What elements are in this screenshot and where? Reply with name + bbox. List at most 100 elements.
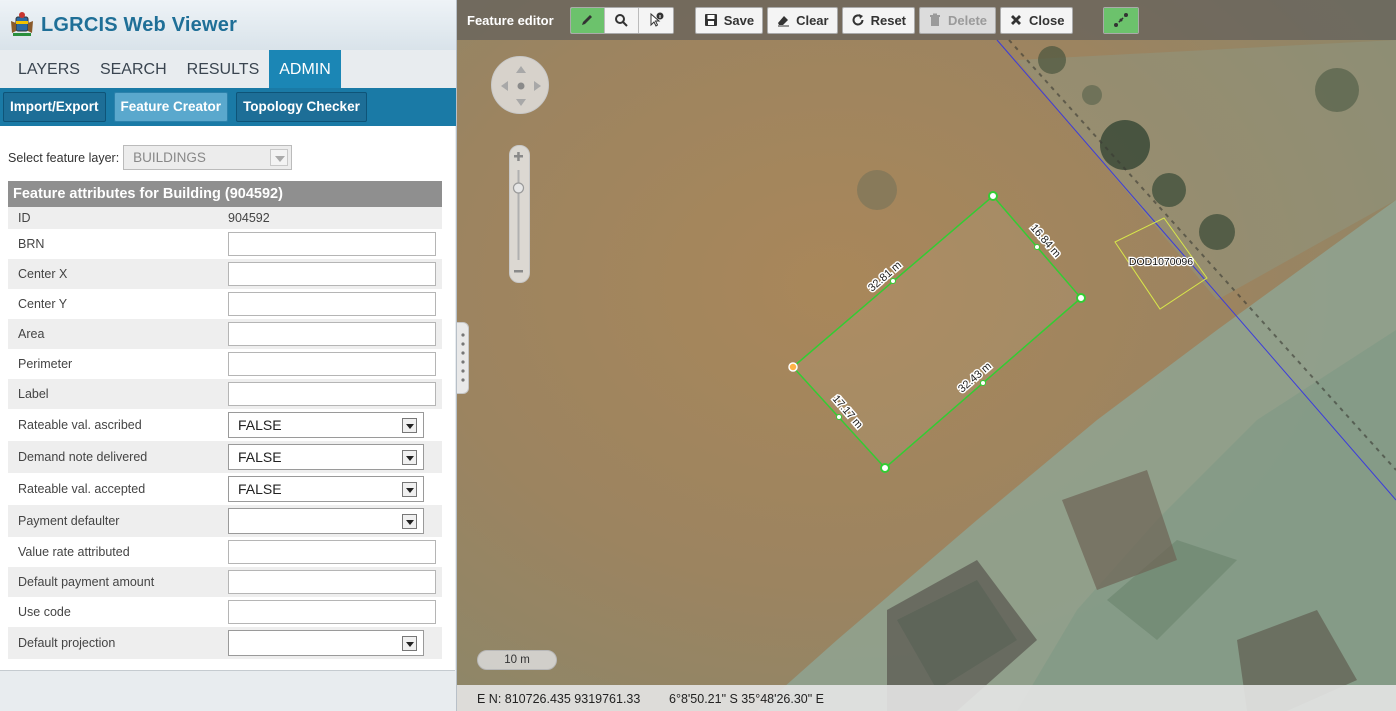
attribute-label: Center X [18, 267, 68, 281]
attribute-input[interactable] [228, 232, 436, 256]
save-button[interactable]: Save [694, 6, 764, 34]
snap-icon [1114, 13, 1129, 27]
attribute-row: Use code [8, 597, 442, 627]
attribute-select[interactable]: FALSE [228, 412, 424, 438]
chevron-down-icon[interactable] [402, 418, 417, 433]
chevron-down-icon[interactable] [402, 636, 417, 651]
attribute-row: Center Y [8, 289, 442, 319]
snap-toggle-button[interactable] [1104, 7, 1139, 33]
attribute-input[interactable] [228, 600, 436, 624]
attribute-row: Rateable val. ascribed FALSE [8, 409, 442, 441]
tool-group [569, 6, 674, 34]
attribute-select-value: FALSE [238, 449, 282, 465]
attribute-label: Payment defaulter [18, 514, 120, 528]
close-label: Close [1029, 12, 1065, 28]
tab-layers[interactable]: LAYERS [8, 50, 90, 88]
geographic-coordinates: 6°8'50.21" S 35°48'26.30" E [669, 692, 825, 706]
attribute-row: Value rate attributed [8, 537, 442, 567]
attribute-input[interactable] [228, 292, 436, 316]
floppy-disk-icon [704, 14, 717, 26]
tab-topology-checker[interactable]: Topology Checker [236, 92, 367, 122]
attribute-row: Label [8, 379, 442, 409]
grip-dots-icon [461, 333, 465, 382]
attribute-label: BRN [18, 237, 45, 251]
attribute-select-value: FALSE [238, 481, 282, 497]
scale-bar: 10 m [477, 650, 557, 670]
close-button[interactable]: Close [1000, 6, 1074, 34]
toolbar-title: Feature editor [467, 12, 554, 28]
attribute-select-value: FALSE [238, 417, 282, 433]
attribute-input[interactable] [228, 540, 436, 564]
attribute-label: Demand note delivered [18, 450, 148, 464]
panel-resize-handle[interactable] [457, 322, 469, 394]
close-icon [1011, 15, 1022, 25]
pencil-icon [582, 15, 593, 25]
refresh-icon [852, 14, 864, 26]
attribute-input[interactable] [228, 570, 436, 594]
chevron-down-icon[interactable] [402, 450, 417, 465]
attribute-row: Area [8, 319, 442, 349]
feature-editor-toolbar: Feature editor Save Clear Reset Delete C… [457, 0, 1396, 40]
clear-button[interactable]: Clear [767, 6, 838, 34]
layer-select-row: Select feature layer: BUILDINGS [8, 145, 293, 170]
attributes-table: ID 904592 BRN Center X Center Y Area Perimeter… [8, 207, 442, 659]
attribute-row: Default projection [8, 627, 442, 659]
draw-tool-button[interactable] [570, 7, 605, 33]
attribute-input[interactable] [228, 322, 436, 346]
tab-admin[interactable]: ADMIN [269, 50, 341, 88]
identify-tool-button[interactable] [638, 7, 673, 33]
attribute-select[interactable] [228, 630, 424, 656]
search-icon [615, 14, 628, 27]
chevron-down-icon[interactable] [270, 149, 289, 166]
projected-coordinates: E N: 810726.435 9319761.33 [477, 692, 641, 706]
delete-button[interactable]: Delete [919, 6, 997, 34]
coordinate-bar: E N: 810726.435 9319761.33 6°8'50.21" S … [457, 685, 1396, 711]
attribute-value: 904592 [228, 211, 270, 225]
chevron-down-icon[interactable] [402, 482, 417, 497]
panel-footer [0, 671, 456, 711]
attribute-select[interactable]: FALSE [228, 444, 424, 470]
attribute-row: ID 904592 [8, 207, 442, 229]
pan-arrows-icon [501, 66, 541, 106]
attribute-select[interactable]: FALSE [228, 476, 424, 502]
snap-group [1103, 6, 1140, 34]
admin-sub-tab-bar: Import/Export Feature Creator Topology C… [0, 88, 456, 126]
reset-button[interactable]: Reset [841, 6, 916, 34]
zoom-slider[interactable] [509, 145, 530, 283]
attribute-label: Center Y [18, 297, 68, 311]
trash-icon [930, 13, 941, 26]
attribute-label: Rateable val. ascribed [18, 418, 142, 432]
attribute-label: ID [18, 211, 31, 225]
attribute-input[interactable] [228, 382, 436, 406]
attribute-label: Use code [18, 605, 71, 619]
clear-label: Clear [796, 12, 829, 28]
app-title: LGRCIS Web Viewer [41, 13, 238, 36]
attribute-row: Default payment amount [8, 567, 442, 597]
attribute-input[interactable] [228, 352, 436, 376]
attribute-input[interactable] [228, 262, 436, 286]
attribute-row: Center X [8, 259, 442, 289]
attribute-label: Area [18, 327, 45, 341]
tab-results[interactable]: RESULTS [177, 50, 270, 88]
zoom-tool-button[interactable] [604, 7, 639, 33]
feature-layer-select[interactable]: BUILDINGS [123, 145, 293, 170]
eraser-icon [778, 16, 790, 27]
chevron-down-icon[interactable] [402, 514, 417, 529]
attribute-label: Rateable val. accepted [18, 482, 146, 496]
save-label: Save [723, 12, 755, 28]
pan-control[interactable] [491, 56, 549, 114]
tab-import-export[interactable]: Import/Export [3, 92, 106, 122]
app-header: LGRCIS Web Viewer [0, 0, 456, 50]
attribute-row: BRN [8, 229, 442, 259]
attribute-label: Value rate attributed [18, 545, 130, 559]
parcel-label: DOD1070096 [1129, 256, 1193, 268]
attribute-row: Rateable val. accepted FALSE [8, 473, 442, 505]
reset-label: Reset [870, 12, 907, 28]
attribute-select[interactable] [228, 508, 424, 534]
attribute-label: Default projection [18, 636, 116, 650]
tab-search[interactable]: SEARCH [90, 50, 177, 88]
tab-feature-creator[interactable]: Feature Creator [113, 92, 229, 122]
attribute-row: Demand note delivered FALSE [8, 441, 442, 473]
attribute-row: Perimeter [8, 349, 442, 379]
map-view[interactable]: 32.81 m 16.84 m 32.43 m 17.17 m DOD10700… [457, 0, 1396, 711]
